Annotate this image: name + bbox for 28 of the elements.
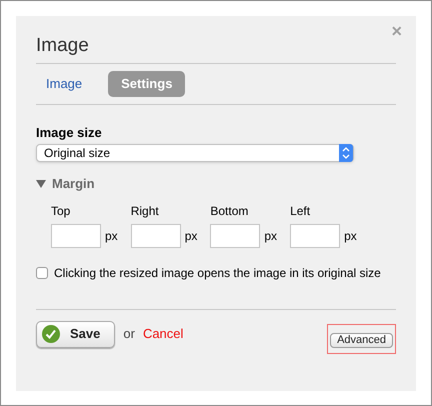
tab[interactable]: Settings <box>108 71 186 96</box>
input-field[interactable] <box>51 224 101 248</box>
select-arrows-icon <box>339 144 353 162</box>
checkbox[interactable] <box>36 266 48 278</box>
save-button[interactable]: Save <box>36 320 116 348</box>
unit-label: px <box>105 228 118 244</box>
input-field[interactable] <box>290 224 340 248</box>
dialog-title: Image <box>36 34 89 58</box>
field-label: Left <box>290 202 310 220</box>
field-label: Image size <box>36 124 102 142</box>
checkmark-icon <box>42 325 60 343</box>
unit-label: px <box>264 228 278 244</box>
image-size-select[interactable]: Original size <box>36 144 354 162</box>
expand-triangle-icon[interactable] <box>36 179 46 188</box>
input-field[interactable] <box>130 224 181 248</box>
section-title: Margin <box>52 175 95 193</box>
field-label: Right <box>130 202 159 220</box>
advanced-button[interactable]: Advanced <box>330 332 393 348</box>
field-label: Bottom <box>210 202 248 220</box>
checkbox-label: Clicking the resized image opens the image in its original size <box>54 264 381 282</box>
input-field[interactable] <box>210 224 260 248</box>
select-value: Original size <box>44 145 110 162</box>
cancel-link[interactable]: Cancel <box>142 324 184 344</box>
tab[interactable]: Image <box>46 71 82 96</box>
or-text: or <box>123 325 135 344</box>
unit-label: px <box>184 228 198 244</box>
unit-label: px <box>344 228 357 244</box>
field-label: Top <box>51 202 70 220</box>
